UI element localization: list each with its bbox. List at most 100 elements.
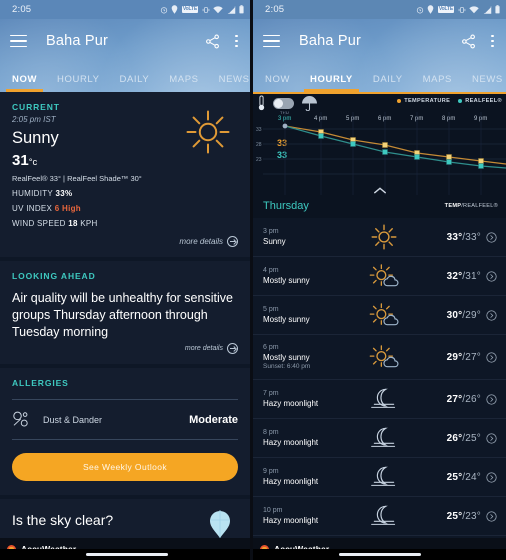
hourly-expand-wrap[interactable] — [481, 351, 497, 363]
realfeel-column-label: /REALFEEL® — [461, 203, 498, 209]
hourly-row-info: 4 pm Mostly sunny — [263, 267, 358, 285]
hourly-temperatures: 30°/29° — [447, 310, 481, 321]
humidity-metric: HUMIDITY 33% — [12, 189, 238, 198]
hourly-expand-wrap[interactable] — [481, 432, 497, 444]
looking-ahead-more-details-label: more details — [184, 345, 223, 352]
chevron-right-circle-icon[interactable] — [486, 309, 497, 321]
tab-news[interactable]: NEWS — [219, 74, 250, 92]
vibrate-icon — [458, 6, 465, 13]
hourly-row[interactable]: 5 pm Mostly sunny 30°/29° — [253, 296, 506, 335]
chevron-right-circle-icon[interactable] — [486, 231, 497, 243]
menu-icon[interactable] — [263, 34, 280, 48]
hourly-weather-icon-wrap — [358, 263, 410, 289]
overflow-menu-icon[interactable] — [489, 33, 496, 50]
hourly-weather-icon-wrap — [358, 302, 410, 328]
hourly-row[interactable]: 8 pm Hazy moonlight 26°/25° — [253, 419, 506, 458]
allergy-row[interactable]: Dust & Dander Moderate — [12, 399, 238, 440]
hourly-row[interactable]: 10 pm Hazy moonlight 25°/23° — [253, 497, 506, 536]
hourly-row[interactable]: 7 pm Hazy moonlight 27°/26° — [253, 380, 506, 419]
current-more-details-link[interactable]: more details — [12, 236, 238, 247]
hourly-row[interactable]: 6 pm Mostly sunny Sunset: 6:40 pm 29°/27… — [253, 335, 506, 380]
home-gesture-pill[interactable] — [338, 553, 421, 556]
hourly-expand-wrap[interactable] — [481, 270, 497, 282]
wind-label: WIND SPEED — [12, 219, 66, 228]
app-header-right: Baha Pur NOW HOURLY DAILY MAPS NEWS — [253, 19, 506, 92]
wind-metric: WIND SPEED 18 KPH — [12, 219, 238, 228]
see-weekly-outlook-button[interactable]: See Weekly Outlook — [12, 453, 238, 481]
tab-bar-right: NOW HOURLY DAILY MAPS NEWS — [253, 63, 506, 92]
location-icon — [428, 5, 434, 14]
hourly-expand-wrap[interactable] — [481, 510, 497, 522]
vibrate-icon — [202, 6, 209, 13]
status-bar-icons: VoLTE — [160, 5, 244, 14]
hourly-expand-wrap[interactable] — [481, 393, 497, 405]
looking-ahead-message: Air quality will be unhealthy for sensit… — [12, 291, 233, 339]
tab-daily[interactable]: DAILY — [373, 74, 403, 92]
hourly-temperatures: 27°/26° — [447, 394, 481, 405]
left-phone-screen: 2:05 VoLTE Baha Pur NOW HOURLY DAILY MAP… — [0, 0, 253, 560]
hourly-temp: 27° — [446, 393, 463, 405]
hourly-row[interactable]: 4 pm Mostly sunny 32°/31° — [253, 257, 506, 296]
alarm-icon — [160, 6, 168, 13]
chevron-right-circle-icon[interactable] — [486, 270, 497, 282]
hourly-condition: Hazy moonlight — [263, 516, 319, 525]
hourly-weather-icon-wrap — [358, 426, 410, 450]
umbrella-icon[interactable] — [301, 95, 318, 111]
home-gesture-pill[interactable] — [85, 553, 168, 556]
looking-ahead-label: LOOKING AHEAD — [12, 271, 96, 281]
hourly-row-info: 3 pm Sunny — [263, 228, 358, 246]
looking-ahead-more-details-link[interactable]: more details — [12, 343, 238, 354]
uv-value: 6 High — [54, 204, 81, 213]
hourly-row[interactable]: 9 pm Hazy moonlight 25°/24° — [253, 458, 506, 497]
tab-now[interactable]: NOW — [265, 74, 290, 92]
thermometer-icon[interactable] — [257, 95, 266, 111]
app-bar-actions-left — [205, 33, 240, 50]
hourly-time: 10 pm — [263, 507, 283, 514]
hourly-realfeel: /24° — [462, 471, 481, 483]
chevron-right-circle-icon[interactable] — [486, 510, 497, 522]
hourly-sunset: Sunset: 6:40 pm — [263, 363, 311, 371]
tab-maps[interactable]: MAPS — [169, 74, 198, 92]
temperature-precipitation-toggle[interactable] — [273, 97, 294, 109]
share-icon[interactable] — [205, 34, 220, 49]
overflow-menu-icon[interactable] — [233, 33, 240, 50]
current-temperature-value: 31 — [12, 152, 29, 169]
current-conditions-card[interactable]: CURRENT 2:05 pm IST Sunny 31°c RealFeel®… — [0, 92, 250, 257]
tab-daily[interactable]: DAILY — [120, 74, 150, 92]
hourly-realfeel: /27° — [462, 351, 481, 363]
chevron-right-circle-icon[interactable] — [486, 351, 497, 363]
sun-cloud-icon — [369, 345, 399, 368]
hourly-temperature-chart[interactable]: TEMPERATURE REALFEEL® THU 3 pm 4 pm 5 pm… — [253, 92, 506, 195]
wind-value: 18 — [68, 219, 78, 228]
chevron-right-circle-icon[interactable] — [486, 471, 497, 483]
hourly-temp: 25° — [446, 510, 463, 522]
two-phone-screenshots: 2:05 VoLTE Baha Pur NOW HOURLY DAILY MAP… — [0, 0, 506, 560]
app-header-left: Baha Pur NOW HOURLY DAILY MAPS NEWS — [0, 19, 250, 92]
hourly-condition: Mostly sunny — [263, 276, 310, 285]
tab-news[interactable]: NEWS — [472, 74, 503, 92]
hourly-expand-wrap[interactable] — [481, 471, 497, 483]
hourly-row[interactable]: 3 pm Sunny 33°/33° — [253, 218, 506, 257]
hourly-expand-wrap[interactable] — [481, 231, 497, 243]
wifi-icon — [213, 5, 223, 13]
uv-metric: UV INDEX 6 High — [12, 204, 238, 213]
current-more-details-label: more details — [179, 237, 223, 246]
tab-now[interactable]: NOW — [5, 74, 44, 92]
tab-hourly[interactable]: HOURLY — [304, 74, 359, 92]
looking-ahead-card[interactable]: LOOKING AHEAD Air quality will be unheal… — [0, 261, 250, 364]
hourly-expand-wrap[interactable] — [481, 309, 497, 321]
chevron-up-icon[interactable] — [373, 187, 386, 194]
chevron-right-circle-icon[interactable] — [486, 393, 497, 405]
share-icon[interactable] — [461, 34, 476, 49]
hourly-temp: 30° — [446, 309, 463, 321]
tab-hourly[interactable]: HOURLY — [57, 74, 100, 92]
location-icon — [172, 5, 178, 14]
tab-maps[interactable]: MAPS — [423, 74, 452, 92]
signal-icon — [483, 5, 491, 14]
chevron-right-circle-icon[interactable] — [486, 432, 497, 444]
menu-icon[interactable] — [10, 34, 27, 48]
hourly-condition: Mostly sunny — [263, 352, 310, 362]
android-navigation-bar-left — [0, 549, 250, 560]
moon-haze-icon — [371, 466, 396, 486]
app-bar-left: Baha Pur — [0, 19, 250, 63]
